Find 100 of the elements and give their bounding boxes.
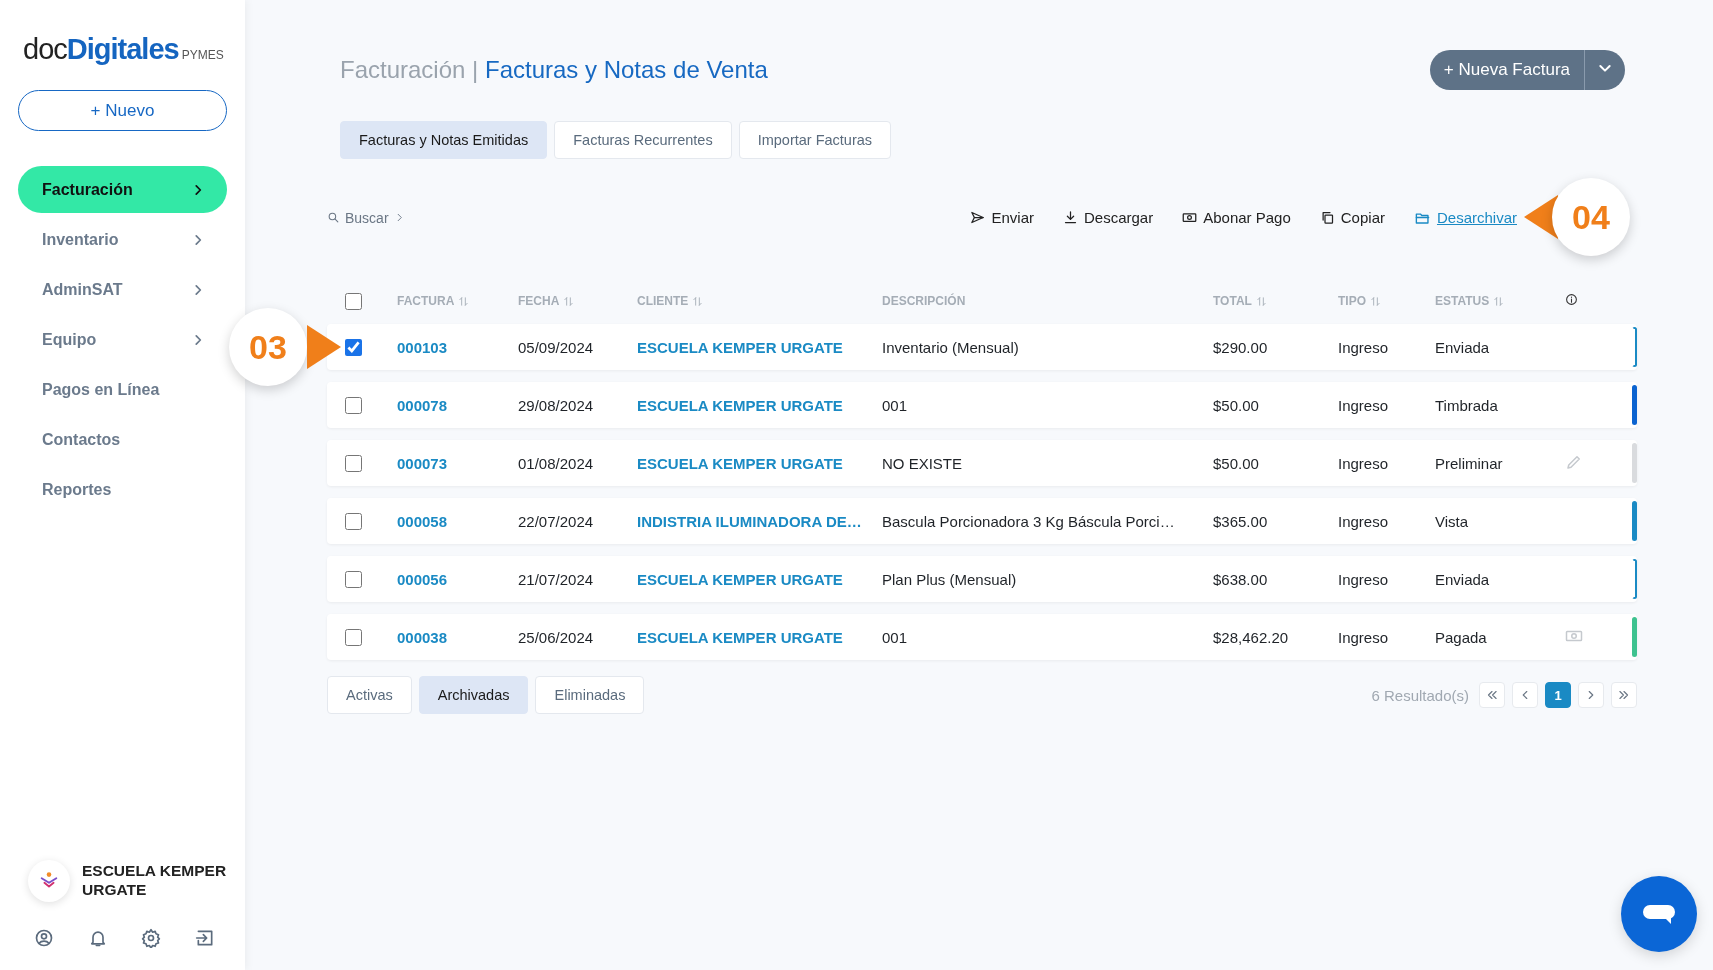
filter-tab[interactable]: Archivadas	[418, 676, 529, 714]
sort-icon	[1493, 295, 1505, 307]
table-cell-text: Plan Plus (Mensual)	[882, 570, 1018, 588]
last-page-button[interactable]	[1611, 682, 1637, 708]
table-cell-text: Pagada	[1435, 628, 1488, 646]
row-checkbox[interactable]	[345, 396, 362, 414]
table-cell-text: 22/07/2024	[518, 512, 595, 530]
table-cell-text: Vista	[1435, 512, 1470, 530]
search-button[interactable]: Buscar	[327, 209, 405, 226]
table-cell-text: Enviada	[1435, 338, 1491, 356]
action-button[interactable]: Abonar Pago	[1182, 209, 1291, 226]
invoice-link[interactable]: 000078	[397, 396, 518, 414]
first-page-button[interactable]	[1479, 682, 1505, 708]
client-link[interactable]: ESCUELA KEMPER URGATE	[637, 454, 882, 472]
client-link[interactable]: ESCUELA KEMPER URGATE	[637, 396, 882, 414]
action-button[interactable]: Enviar	[970, 209, 1034, 226]
table-cell-text: Timbrada	[1435, 396, 1499, 414]
settings-icon[interactable]	[141, 928, 162, 948]
action-link[interactable]: Desarchivar	[1413, 209, 1517, 226]
table-cell-text: 001	[882, 628, 909, 646]
chat-button[interactable]	[1621, 876, 1697, 952]
logo: docDigitales PYMES	[23, 33, 224, 66]
invoice-link[interactable]: 000073	[397, 454, 518, 472]
step-number: 03	[249, 327, 287, 367]
search-icon	[327, 211, 340, 224]
table-cell-text: $28,462.20	[1213, 628, 1290, 646]
column-header: DESCRIPCIÓN	[882, 294, 967, 308]
table-cell-text: $290.00	[1213, 338, 1269, 356]
sort-icon	[1370, 295, 1381, 307]
page-button[interactable]: 1	[1545, 682, 1571, 708]
sort-icon	[1255, 295, 1267, 307]
table-cell-text: Ingreso	[1338, 454, 1390, 472]
account-name: ESCUELA KEMPER URGATE	[82, 862, 227, 900]
table-cell-text: $50.00	[1213, 396, 1260, 414]
nav-item[interactable]: AdminSAT	[18, 266, 227, 313]
step-number: 04	[1572, 197, 1610, 237]
row-checkbox[interactable]	[345, 512, 362, 530]
table-row[interactable]: 000056 21/07/2024 ESCUELA KEMPER URGATE Plan Plus (Mensual) $638.00 Ingreso Enviada	[327, 556, 1637, 602]
sort-icon	[458, 295, 470, 307]
folder-icon	[1413, 210, 1431, 225]
action-button[interactable]: Descargar	[1063, 209, 1154, 226]
invoice-link[interactable]: 000058	[397, 512, 518, 530]
table-cell-text: 21/07/2024	[518, 570, 595, 588]
last-page-icon	[1617, 688, 1631, 702]
table-row[interactable]: 000058 22/07/2024 INDISTRIA ILUMINADORA DE… Bascula Porcionadora 3 Kg Báscula Porci… $365.00 Ingreso Vista	[327, 498, 1637, 544]
client-link[interactable]: ESCUELA KEMPER URGATE	[637, 628, 882, 646]
tab[interactable]: Facturas Recurrentes	[554, 121, 732, 159]
invoice-link[interactable]: 000038	[397, 628, 518, 646]
nav-item[interactable]: Reportes	[18, 466, 227, 513]
tab[interactable]: Facturas y Notas Emitidas	[340, 121, 548, 159]
table-cell-text: $365.00	[1213, 512, 1269, 530]
row-checkbox[interactable]	[345, 454, 362, 472]
filter-tab[interactable]: Activas	[327, 676, 412, 714]
client-link[interactable]: ESCUELA KEMPER URGATE	[637, 338, 882, 356]
table-cell-text: 05/09/2024	[518, 338, 595, 356]
exit-icon[interactable]	[194, 928, 215, 948]
sort-icon	[692, 295, 704, 307]
first-page-icon	[1485, 688, 1499, 702]
table-row[interactable]: 000078 29/08/2024 ESCUELA KEMPER URGATE 001 $50.00 Ingreso Timbrada	[327, 382, 1637, 428]
row-checkbox[interactable]	[345, 628, 362, 646]
table-cell-text: 25/06/2024	[518, 628, 595, 646]
new-button[interactable]: + Nuevo	[18, 90, 227, 131]
table-row[interactable]: 000103 05/09/2024 ESCUELA KEMPER URGATE Inventario (Mensual) $290.00 Ingreso Enviada	[327, 324, 1637, 370]
invoice-link[interactable]: 000056	[397, 570, 518, 588]
client-link[interactable]: ESCUELA KEMPER URGATE	[637, 570, 882, 588]
action-button[interactable]: Copiar	[1319, 209, 1385, 226]
nav-item[interactable]: Facturación	[18, 166, 227, 213]
table-cell-text: NO EXISTE	[882, 454, 964, 472]
user-circle-icon[interactable]	[34, 928, 54, 948]
table-cell-text: Ingreso	[1338, 570, 1390, 588]
table-cell-text: Ingreso	[1338, 512, 1390, 530]
table-cell-text: Inventario (Mensual)	[882, 338, 1020, 356]
table-row[interactable]: 000073 01/08/2024 ESCUELA KEMPER URGATE NO EXISTE $50.00 Ingreso Preliminar	[327, 440, 1637, 486]
table-cell-text: Preliminar	[1435, 454, 1504, 472]
results-count: 6 Resultado(s)	[1371, 686, 1469, 704]
invoice-link[interactable]: 000103	[397, 338, 518, 356]
info-icon	[1565, 293, 1578, 306]
copy-icon	[1319, 210, 1335, 225]
row-checkbox[interactable]	[345, 570, 362, 588]
tab[interactable]: Importar Facturas	[738, 121, 892, 159]
download-icon	[1063, 210, 1078, 225]
row-checkbox[interactable]	[345, 338, 362, 356]
table-cell-text: 29/08/2024	[518, 396, 595, 414]
table-cell-text: $638.00	[1213, 570, 1269, 588]
page-title: Facturación | Facturas y Notas de Venta	[340, 56, 768, 84]
nav-item[interactable]: Contactos	[18, 416, 227, 463]
table-cell-text: Enviada	[1435, 570, 1491, 588]
table-cell-text: Ingreso	[1338, 628, 1390, 646]
filter-tab[interactable]: Eliminadas	[535, 676, 645, 714]
nav-item[interactable]: Pagos en Línea	[18, 366, 227, 413]
table-row[interactable]: 000038 25/06/2024 ESCUELA KEMPER URGATE 001 $28,462.20 Ingreso Pagada	[327, 614, 1637, 660]
table-cell-text: 001	[882, 396, 909, 414]
table-cell-text: Ingreso	[1338, 396, 1390, 414]
send-icon	[970, 210, 986, 225]
cash-icon	[1182, 210, 1198, 225]
client-link[interactable]: INDISTRIA ILUMINADORA DE…	[637, 512, 882, 530]
nav-item[interactable]: Equipo	[18, 316, 227, 363]
table-cell-text: $50.00	[1213, 454, 1260, 472]
select-all-checkbox[interactable]	[345, 292, 362, 310]
nav-item[interactable]: Inventario	[18, 216, 227, 263]
